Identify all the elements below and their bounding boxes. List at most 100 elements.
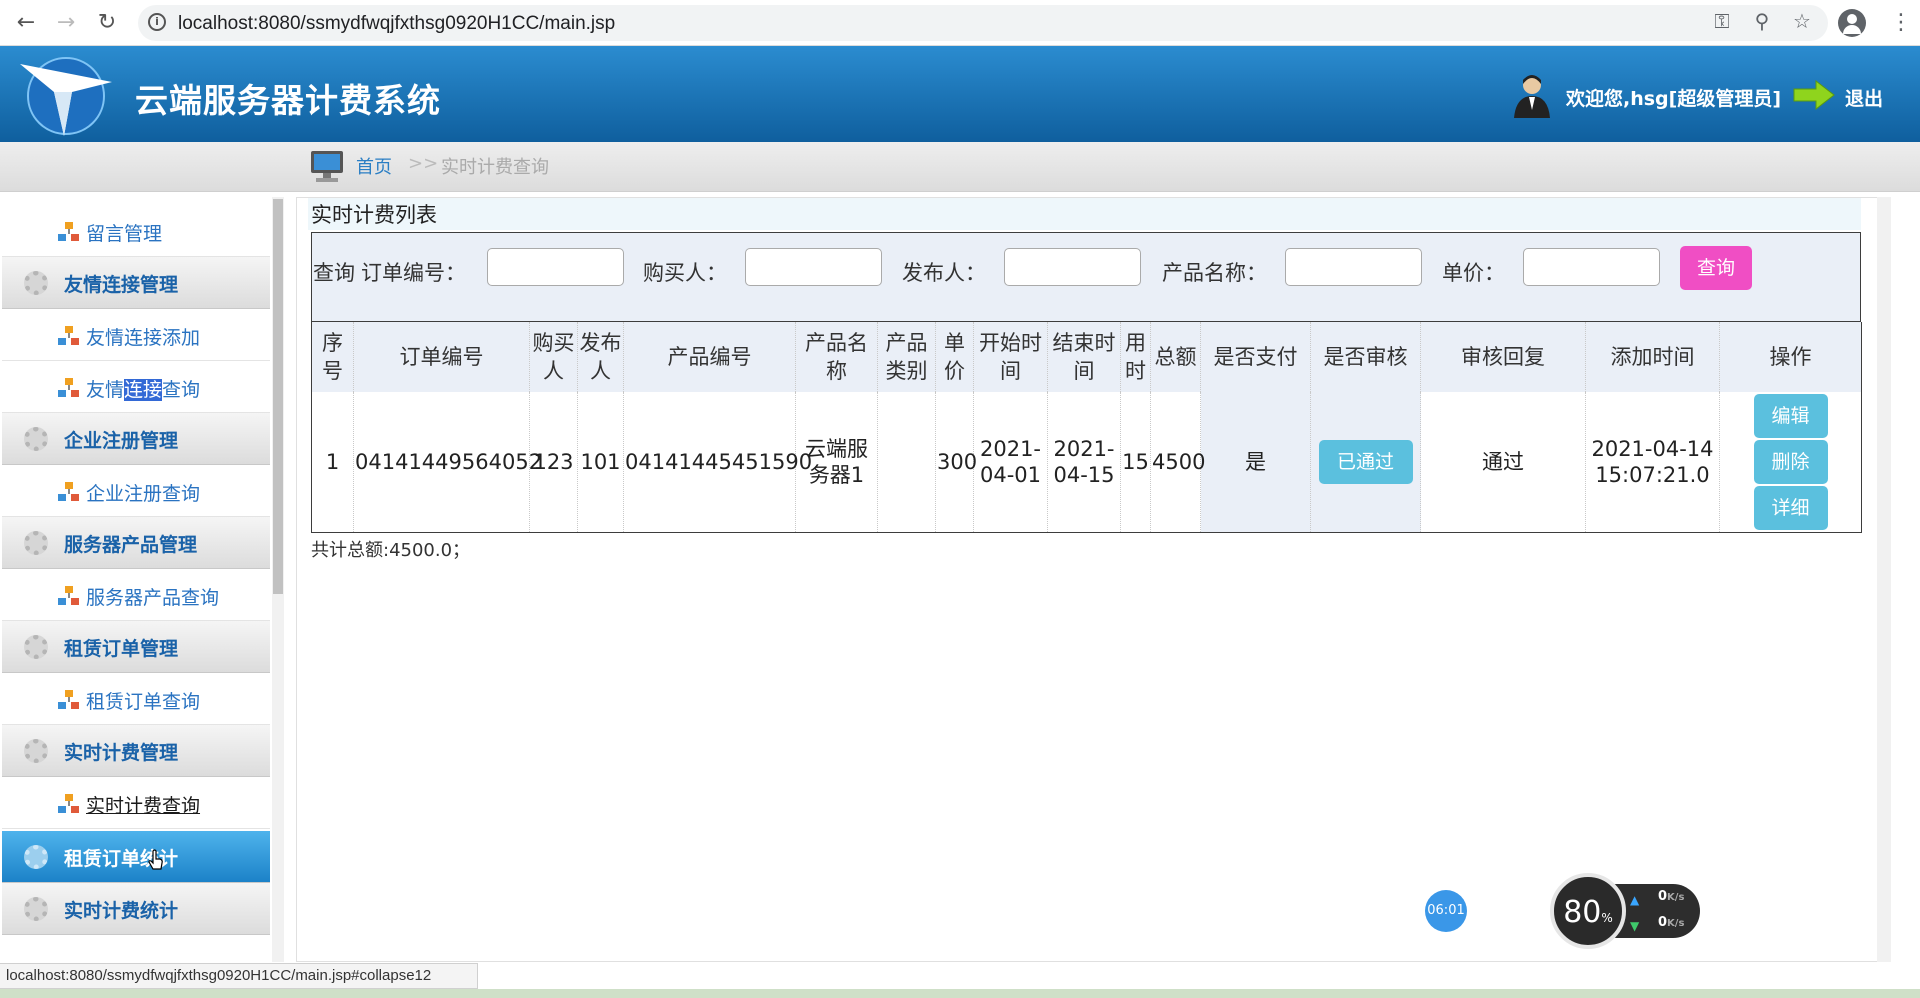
edit-button[interactable]: 编辑 xyxy=(1753,394,1828,438)
table-row: 1 04141449564052 123 101 04141445451590 … xyxy=(312,392,1862,533)
cell-audit: 已通过 xyxy=(1310,392,1421,533)
welcome-text: 欢迎您,hsg[超级管理员] xyxy=(1566,88,1782,110)
column-header: 订单编号 xyxy=(353,322,530,392)
column-header: 产品 类别 xyxy=(877,322,936,392)
cell-category xyxy=(877,392,936,533)
network-speed-widget[interactable]: ▲ ▼ 0K/s 0K/s 80% xyxy=(1550,873,1700,949)
sidebar-group-orders[interactable]: 租赁订单管理 xyxy=(2,621,270,673)
product-name-label: 产品名称： xyxy=(1162,261,1267,285)
column-header: 产品编号 xyxy=(623,322,796,392)
product-name-input[interactable] xyxy=(1285,248,1422,286)
approved-button[interactable]: 已通过 xyxy=(1318,440,1413,484)
scrollbar-thumb[interactable] xyxy=(273,199,283,594)
download-arrow-icon: ▼ xyxy=(1630,919,1640,933)
tree-icon xyxy=(58,586,79,605)
sidebar-item-billing-query[interactable]: 实时计费查询 xyxy=(2,777,270,829)
sidebar-item-link-add[interactable]: 友情连接添加 xyxy=(2,309,270,361)
price-label: 单价： xyxy=(1442,261,1505,285)
gear-icon xyxy=(24,531,48,555)
cell-product-no: 04141445451590 xyxy=(623,392,812,533)
url-text[interactable]: localhost:8080/ssmydfwqjfxthsg0920H1CC/m… xyxy=(178,13,615,35)
query-button[interactable]: 查询 xyxy=(1680,246,1752,290)
memory-percent: 80 xyxy=(1563,895,1602,930)
cell-price: 300 xyxy=(935,392,977,533)
tree-icon xyxy=(58,378,79,397)
computer-icon xyxy=(311,151,343,182)
tree-icon xyxy=(58,482,79,501)
sidebar-item-product-query[interactable]: 服务器产品查询 xyxy=(2,569,270,621)
sidebar-group-links[interactable]: 友情连接管理 xyxy=(2,257,270,309)
breadcrumb-separator: >> xyxy=(408,153,439,174)
panel-title-bar xyxy=(308,198,1861,230)
column-header: 购买 人 xyxy=(529,322,578,392)
cell-order-no: 04141449564052 xyxy=(353,392,542,533)
logout-arrow-icon[interactable] xyxy=(1792,80,1836,110)
gear-icon xyxy=(24,845,48,869)
browser-status-url: localhost:8080/ssmydfwqjfxthsg0920H1CC/m… xyxy=(0,963,478,989)
sidebar-item-order-query[interactable]: 租赁订单查询 xyxy=(2,673,270,725)
star-icon[interactable]: ☆ xyxy=(1788,9,1816,33)
sidebar-group-order-stats[interactable]: 租赁订单统计 xyxy=(2,831,270,883)
delete-button[interactable]: 删除 xyxy=(1753,440,1828,484)
tree-icon xyxy=(58,794,79,813)
column-header: 是否审核 xyxy=(1310,322,1421,392)
publisher-input[interactable] xyxy=(1004,248,1141,286)
sidebar-item-message[interactable]: 留言管理 xyxy=(2,205,270,257)
cell-total: 4500 xyxy=(1150,392,1205,533)
back-icon[interactable]: ← xyxy=(12,9,40,37)
column-header: 审核回复 xyxy=(1420,322,1586,392)
forward-icon[interactable]: → xyxy=(52,9,80,37)
table-header-row: 序 号 订单编号 购买 人 发布 人 产品编号 产品名 称 产品 类别 单 价 … xyxy=(311,322,1862,392)
label-text: 友情 xyxy=(86,379,125,401)
sidebar-item-label: 友情连接添加 xyxy=(86,327,201,349)
sidebar-item-company-query[interactable]: 企业注册查询 xyxy=(2,465,270,517)
percent-unit: % xyxy=(1601,911,1613,925)
app-title: 云端服务器计费系统 xyxy=(135,81,441,120)
upload-arrow-icon: ▲ xyxy=(1630,893,1640,907)
cell-index: 1 xyxy=(325,450,340,474)
key-icon[interactable]: ⚿ xyxy=(1708,9,1736,33)
sidebar-item-link-query[interactable]: 友情连接查询 xyxy=(2,361,270,413)
breadcrumb-home-link[interactable]: 首页 xyxy=(356,153,392,179)
cell-start: 2021- 04-01 xyxy=(973,392,1048,533)
cell-duration: 15 xyxy=(1120,392,1151,533)
sidebar-group-products[interactable]: 服务器产品管理 xyxy=(2,517,270,569)
sidebar-item-label: 实时计费查询 xyxy=(86,795,201,817)
info-icon[interactable]: i xyxy=(148,13,166,31)
tree-icon xyxy=(58,690,79,709)
cell-reply: 通过 xyxy=(1420,392,1586,533)
profile-icon[interactable] xyxy=(1838,9,1866,37)
sidebar-item-label: 友情连接查询 xyxy=(86,375,200,402)
address-bar[interactable]: i localhost:8080/ssmydfwqjfxthsg0920H1CC… xyxy=(138,5,1828,41)
cursor-hand-icon xyxy=(148,849,163,870)
menu-dots-icon[interactable]: ⋮ xyxy=(1890,10,1912,35)
sidebar-group-billing[interactable]: 实时计费管理 xyxy=(2,725,270,777)
logout-link[interactable]: 退出 xyxy=(1845,84,1883,111)
sidebar-scrollbar[interactable] xyxy=(272,197,284,962)
sidebar-item-label: 企业注册查询 xyxy=(86,483,201,505)
column-header: 结束时 间 xyxy=(1047,322,1121,392)
sidebar-group-label: 服务器产品管理 xyxy=(64,534,198,556)
selected-text: 连接 xyxy=(124,379,163,401)
sidebar-group-company[interactable]: 企业注册管理 xyxy=(2,413,270,465)
sidebar-item-label: 服务器产品查询 xyxy=(86,587,220,609)
sidebar-group-label: 租赁订单管理 xyxy=(64,638,179,660)
download-rate: 0K/s xyxy=(1658,915,1685,930)
zoom-icon[interactable]: ⚲ xyxy=(1748,9,1776,33)
gear-icon xyxy=(24,897,48,921)
upload-rate: 0K/s xyxy=(1658,889,1685,904)
price-input[interactable] xyxy=(1523,248,1660,286)
panel-title: 实时计费列表 xyxy=(311,203,437,227)
content-scrollbar[interactable] xyxy=(1877,197,1891,962)
gear-icon xyxy=(24,739,48,763)
search-form: 查询 订单编号： 购买人： 发布人： 产品名称： 单价： 查询 xyxy=(311,232,1861,322)
buyer-input[interactable] xyxy=(745,248,882,286)
column-header: 产品名 称 xyxy=(795,322,878,392)
breadcrumb-current: 实时计费查询 xyxy=(441,157,549,178)
clock-badge[interactable]: 06:01 xyxy=(1425,890,1467,932)
reload-icon[interactable]: ↻ xyxy=(93,9,121,37)
sidebar-group-billing-stats[interactable]: 实时计费统计 xyxy=(2,883,270,935)
detail-button[interactable]: 详细 xyxy=(1753,486,1828,530)
order-no-input[interactable] xyxy=(487,248,624,286)
sidebar: 留言管理 友情连接管理 友情连接添加 友情连接查询 企业注册管理 企业注册查询 … xyxy=(0,197,272,962)
